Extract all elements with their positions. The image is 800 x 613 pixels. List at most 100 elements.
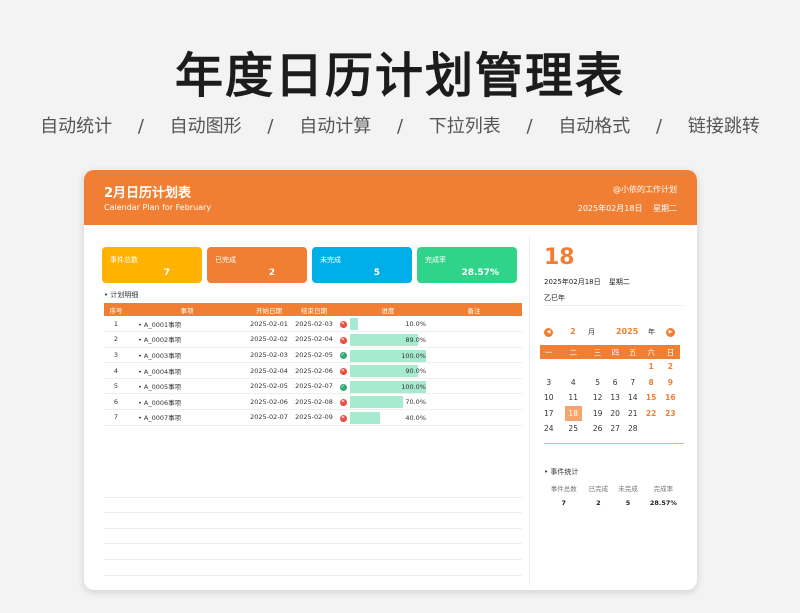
progress-percent: 10.0% [405, 320, 426, 328]
note-cell[interactable] [426, 331, 522, 348]
weekday-label: 六 [641, 345, 661, 359]
row-number: 1 [104, 316, 128, 333]
calendar-day[interactable]: 18 [558, 405, 589, 422]
item-name: A_0001事项 [128, 316, 246, 333]
calendar-day[interactable]: 9 [661, 375, 680, 391]
calendar-day[interactable]: 19 [589, 406, 607, 422]
calendar-day[interactable]: 23 [661, 406, 680, 422]
note-cell[interactable] [426, 409, 522, 426]
calendar-day[interactable]: 12 [589, 390, 607, 406]
calendar-day[interactable]: 17 [540, 406, 558, 422]
note-cell[interactable] [426, 316, 522, 333]
col-header: 序号 [104, 303, 128, 316]
progress-percent: 90.0% [405, 367, 426, 376]
month-select[interactable]: 2 [570, 327, 576, 336]
event-stat-value: 2 [596, 499, 601, 507]
divider [544, 305, 684, 306]
calendar-day[interactable]: 28 [624, 421, 642, 437]
note-cell[interactable] [426, 347, 522, 364]
stat-done: 已完成 2 [207, 247, 307, 283]
next-month-icon[interactable]: ▶ [666, 328, 675, 337]
calendar-day[interactable]: 11 [558, 390, 589, 406]
calendar-day[interactable]: 13 [606, 390, 624, 406]
empty-rows [104, 482, 522, 590]
status-cell: ✕ [336, 331, 350, 348]
note-cell[interactable] [426, 393, 522, 411]
progress-bar [350, 396, 404, 409]
calendar-day[interactable]: 16 [661, 390, 680, 406]
event-stat-header: 已完成 [588, 485, 609, 493]
calendar-day[interactable]: 20 [606, 406, 624, 422]
event-stat-value: 5 [625, 499, 631, 507]
progress-percent: 70.0% [405, 398, 426, 407]
progress-cell: 10.0% [350, 316, 426, 333]
calendar-day[interactable]: 24 [540, 421, 558, 437]
feature-item: 自动计算 [299, 116, 372, 137]
calendar-day[interactable]: 2 [661, 359, 680, 375]
calendar-day[interactable]: 21 [624, 406, 642, 422]
calendar-day[interactable]: 10 [540, 390, 558, 406]
progress-cell: 90.0% [350, 362, 426, 379]
row-number: 4 [104, 362, 128, 379]
start-date: 2025-02-04 [246, 362, 292, 379]
feature-separator: / [656, 116, 663, 137]
calendar-day[interactable]: 3 [540, 375, 558, 391]
calendar-day[interactable]: 5 [589, 375, 607, 391]
calendar-day[interactable]: 6 [606, 375, 624, 391]
feature-separator: / [526, 116, 533, 137]
calendar-day[interactable]: 22 [642, 406, 661, 422]
row-number: 2 [104, 331, 128, 348]
prev-month-icon[interactable]: ◀ [544, 328, 553, 337]
calendar-day[interactable]: 15 [642, 390, 661, 406]
stat-total: 事件总数 7 [102, 247, 202, 283]
calendar-day[interactable]: 14 [624, 390, 642, 406]
weekday-header-row: 一二三四五六日 [540, 345, 680, 359]
start-date: 2025-02-06 [246, 393, 292, 411]
progress-percent: 40.0% [405, 414, 426, 423]
note-cell[interactable] [426, 362, 522, 379]
col-header: 进度 [350, 303, 426, 316]
row-number: 7 [104, 409, 128, 426]
feature-item: 自动格式 [558, 116, 631, 137]
calendar-day [624, 359, 642, 375]
weekday-label: 四 [606, 345, 624, 359]
today-day[interactable]: 18 [564, 405, 582, 421]
calendar-day[interactable]: 1 [642, 359, 661, 375]
event-stat-header: 事件总数 [550, 485, 577, 493]
end-date: 2025-02-06 [292, 362, 336, 379]
calendar-day[interactable]: 4 [558, 375, 589, 391]
end-date: 2025-02-04 [292, 331, 336, 348]
calendar-day[interactable]: 7 [624, 375, 642, 391]
progress-bar [350, 412, 381, 425]
progress-bar [350, 318, 358, 330]
date-weekday-text: 2025年02月18日 星期二 [544, 278, 630, 286]
page-title: 年度日历计划管理表 [174, 48, 625, 104]
note-cell[interactable] [426, 378, 522, 395]
table-row: 5A_0005事项2025-02-052025-02-07✓ 100.0% [104, 378, 522, 395]
year-select[interactable]: 2025 [616, 327, 638, 336]
lunar-year: 乙巳年 [544, 294, 565, 302]
end-date: 2025-02-05 [292, 347, 336, 364]
calendar-day[interactable]: 27 [606, 421, 624, 437]
plan-table: 序号 事项 开始日期 结束日期 进度 备注 1A_0001事项2025-02-0… [104, 303, 522, 426]
sheet-title: 2月日历计划表 [104, 186, 192, 201]
weekday-label: 三 [588, 345, 607, 359]
progress-cell: 40.0% [350, 409, 426, 426]
item-name: A_0004事项 [128, 362, 246, 379]
end-date: 2025-02-09 [292, 409, 336, 426]
event-stats-value-row: 7 2 5 28.57% [544, 495, 684, 511]
item-name: A_0006事项 [128, 393, 246, 411]
end-date: 2025-02-07 [292, 378, 336, 395]
col-header: 结束日期 [292, 303, 336, 316]
divider [544, 443, 684, 444]
stat-value: 7 [163, 268, 170, 278]
calendar-day[interactable]: 25 [558, 421, 589, 437]
weekday-label: 日 [660, 345, 680, 359]
status-cell: ✕ [336, 362, 350, 379]
month-navigator: ◀ 2 月 2025 年 ▶ [544, 327, 684, 339]
table-row: 2A_0002事项2025-02-022025-02-04✕ 89.0% [104, 331, 522, 348]
calendar-day[interactable]: 26 [589, 421, 607, 437]
feature-separator: / [137, 116, 144, 137]
calendar-day[interactable]: 8 [642, 375, 661, 391]
calendar-day [589, 359, 607, 375]
